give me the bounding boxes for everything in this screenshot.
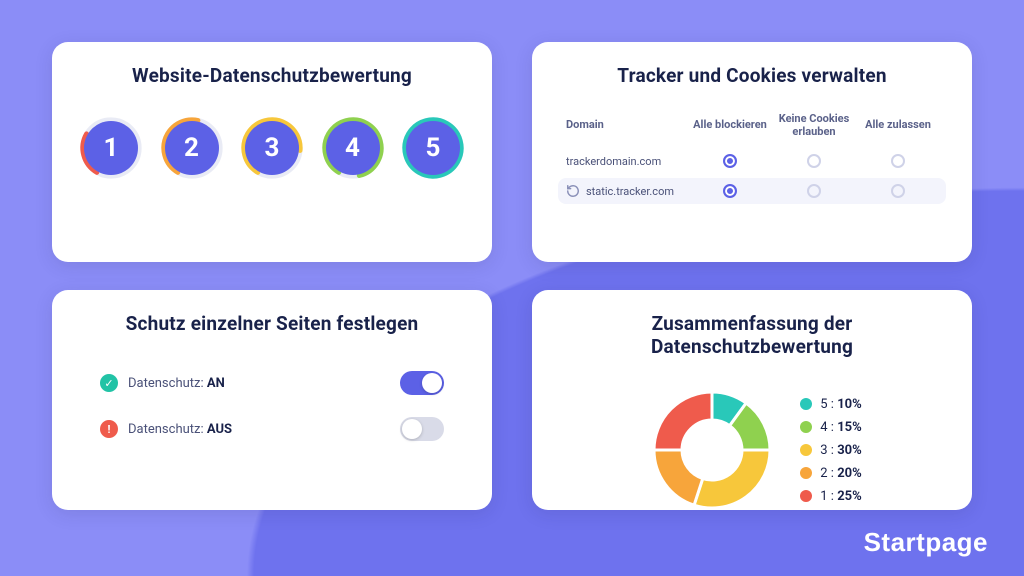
tracker-row: trackerdomain.com <box>558 148 946 174</box>
card-title: Zusammenfassung der Datenschutzbewertung <box>558 312 946 358</box>
card-title: Schutz einzelner Seiten festlegen <box>78 312 466 335</box>
protection-label: Datenschutz: AUS <box>128 422 232 437</box>
legend-swatch <box>800 398 812 410</box>
tracker-radio[interactable] <box>807 154 821 168</box>
alert-icon: ! <box>100 420 118 438</box>
col-block-all: Alle blockieren <box>690 119 770 132</box>
tracker-domain: static.tracker.com <box>566 184 686 198</box>
legend-label: 1 : 25% <box>820 489 861 504</box>
donut-segment <box>654 450 703 505</box>
summary-donut-chart <box>642 380 782 520</box>
summary-legend: 5 : 10% 4 : 15% 3 : 30% 2 : 20% 1 : 25% <box>800 397 861 504</box>
brand-logo: Startpage <box>864 527 988 558</box>
rating-badge-5: 5 <box>400 115 466 181</box>
card-page-protection: Schutz einzelner Seiten festlegen ✓ Daten… <box>52 290 492 510</box>
tracker-radio[interactable] <box>891 154 905 168</box>
protection-label: Datenschutz: AN <box>128 376 225 391</box>
card-rating-summary: Zusammenfassung der Datenschutzbewertung… <box>532 290 972 510</box>
legend-row: 4 : 15% <box>800 420 861 435</box>
protection-toggle[interactable] <box>400 417 444 441</box>
donut-segment <box>654 392 712 450</box>
rating-badge-1: 1 <box>78 115 144 181</box>
legend-swatch <box>800 421 812 433</box>
legend-row: 5 : 10% <box>800 397 861 412</box>
tracker-row: static.tracker.com <box>558 178 946 204</box>
rating-badge-number: 1 <box>84 121 138 175</box>
legend-row: 1 : 25% <box>800 489 861 504</box>
col-no-cookies: Keine Cookies erlauben <box>774 113 854 138</box>
legend-label: 3 : 30% <box>820 443 861 458</box>
legend-label: 4 : 15% <box>820 420 861 435</box>
legend-label: 5 : 10% <box>820 397 861 412</box>
col-domain: Domain <box>566 119 686 132</box>
reload-icon[interactable] <box>566 184 580 198</box>
tracker-radio[interactable] <box>807 184 821 198</box>
legend-swatch <box>800 467 812 479</box>
tracker-table: Domain Alle blockieren Keine Cookies erl… <box>558 107 946 204</box>
col-allow-all: Alle zulassen <box>858 119 938 132</box>
legend-swatch <box>800 490 812 502</box>
rating-badge-3: 3 <box>239 115 305 181</box>
protection-toggle[interactable] <box>400 371 444 395</box>
protection-row: ✓ Datenschutz: AN <box>100 371 444 395</box>
card-website-rating: Website-Datenschutzbewertung 12345 <box>52 42 492 262</box>
tracker-table-header: Domain Alle blockieren Keine Cookies erl… <box>558 107 946 144</box>
tracker-radio[interactable] <box>891 184 905 198</box>
rating-badges-row: 12345 <box>78 115 466 181</box>
card-title: Website-Datenschutzbewertung <box>78 64 466 87</box>
protection-row: ! Datenschutz: AUS <box>100 417 444 441</box>
rating-badge-number: 3 <box>245 121 299 175</box>
protection-list: ✓ Datenschutz: AN! Datenschutz: AUS <box>100 371 444 441</box>
rating-badge-4: 4 <box>320 115 386 181</box>
legend-swatch <box>800 444 812 456</box>
legend-label: 2 : 20% <box>820 466 861 481</box>
card-tracker-manage: Tracker und Cookies verwalten Domain All… <box>532 42 972 262</box>
donut-segment <box>694 450 770 508</box>
card-title: Tracker und Cookies verwalten <box>558 64 946 87</box>
legend-row: 3 : 30% <box>800 443 861 458</box>
check-icon: ✓ <box>100 374 118 392</box>
tracker-radio[interactable] <box>723 184 737 198</box>
rating-badge-number: 4 <box>326 121 380 175</box>
tracker-domain: trackerdomain.com <box>566 155 686 168</box>
rating-badge-2: 2 <box>159 115 225 181</box>
rating-badge-number: 2 <box>165 121 219 175</box>
legend-row: 2 : 20% <box>800 466 861 481</box>
tracker-radio[interactable] <box>723 154 737 168</box>
rating-badge-number: 5 <box>406 121 460 175</box>
